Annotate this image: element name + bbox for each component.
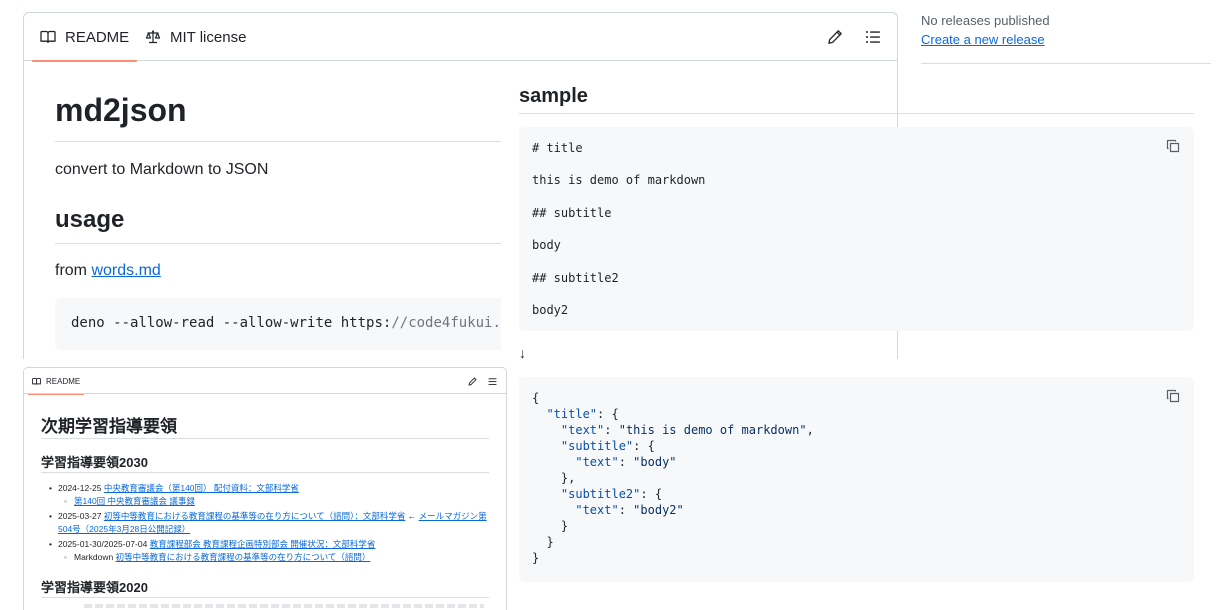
sidebar-divider [921, 63, 1211, 64]
sample-heading: sample [519, 85, 588, 107]
inset-heading-2020: 学習指導要領2020 [41, 580, 148, 595]
copy-icon[interactable] [1165, 388, 1181, 404]
inset-title: 次期学習指導要領 [41, 417, 177, 436]
markdown-code-block: # title this is demo of markdown ## subt… [519, 127, 1194, 331]
item-arrow: ← [405, 511, 419, 521]
inset-divider-2020 [41, 597, 489, 598]
usage-heading: usage [55, 206, 125, 233]
book-icon [32, 377, 41, 386]
words-md-link[interactable]: words.md [91, 262, 160, 279]
inset-cut-off-text [84, 604, 484, 608]
copy-icon[interactable] [1165, 138, 1181, 154]
sub-item: 第140回 中央教育審議会 議事録 [58, 495, 487, 508]
inset-tab-readme[interactable]: README [27, 368, 85, 395]
tab-license[interactable]: MIT license [145, 13, 246, 61]
tab-readme[interactable]: README [31, 13, 138, 62]
inset-heading-2030: 学習指導要領2030 [41, 455, 148, 470]
readme-description: convert to Markdown to JSON [55, 161, 269, 178]
inset-tab-label: README [46, 376, 81, 386]
sub-item-link[interactable]: 初等中等教育における教育課程の基準等の在り方について（諮問） [116, 552, 371, 562]
item-link[interactable]: 初等中等教育における教育課程の基準等の在り方について（諮問）：文部科学省 [104, 511, 406, 521]
sub-item: Markdown 初等中等教育における教育課程の基準等の在り方について（諮問） [58, 551, 487, 564]
list-icon[interactable] [487, 376, 497, 386]
law-icon [145, 29, 161, 45]
from-label: from [55, 262, 92, 279]
inset-title-divider [41, 438, 489, 439]
inset-tabbar: README [24, 368, 506, 395]
title-divider [55, 141, 501, 142]
readme-title: md2json [55, 92, 187, 128]
sample-divider [519, 113, 1194, 114]
list-item: 2025-01-30/2025-07-04 教育課程部会 教育課程企画特別部会 … [47, 538, 487, 564]
list-item: 2024-12-25 中央教育審議会（第140回） 配付資料：文部科学省 第14… [47, 482, 487, 508]
json-code-block: { "title": { "text": "this is demo of ma… [519, 377, 1194, 582]
cmd-space [214, 315, 222, 331]
item-link[interactable]: 教育課程部会 教育課程企画特別部会 開催状況：文部科学省 [150, 539, 376, 549]
inset-readme-screenshot: README 次期学習指導要領 学習指導要領2030 2024-12-25 中央… [23, 367, 507, 610]
pencil-icon[interactable] [467, 376, 477, 386]
item-date: 2025-03-27 [58, 511, 104, 521]
item-date: 2024-12-25 [58, 483, 104, 493]
markdown-code: # title this is demo of markdown ## subt… [532, 141, 706, 318]
cmd-scheme: https: [332, 315, 392, 331]
cmd-arg-write: --allow-write [222, 315, 333, 331]
sub-item-prefix: Markdown [74, 552, 116, 562]
releases-section: No releases published Create a new relea… [921, 13, 1050, 47]
tab-license-label: MIT license [170, 28, 247, 46]
cmd-url: //code4fukui.gi [391, 315, 501, 331]
item-link[interactable]: 中央教育審議会（第140回） 配付資料：文部科学省 [104, 483, 299, 493]
conversion-arrow: ↓ [519, 345, 526, 361]
pencil-icon[interactable] [825, 27, 845, 47]
item-date: 2025-01-30/2025-07-04 [58, 539, 150, 549]
sub-item-link[interactable]: 第140回 中央教育審議会 議事録 [74, 496, 195, 506]
cmd-prog: deno [71, 315, 114, 331]
create-release-link[interactable]: Create a new release [921, 32, 1050, 47]
inset-list: 2024-12-25 中央教育審議会（第140回） 配付資料：文部科学省 第14… [47, 482, 487, 566]
list-item: 2025-03-27 初等中等教育における教育課程の基準等の在り方について（諮問… [47, 510, 487, 536]
inset-divider-2030 [41, 472, 489, 473]
json-code: { "title": { "text": "this is demo of ma… [532, 391, 814, 565]
usage-divider [55, 243, 501, 244]
releases-status: No releases published [921, 13, 1050, 28]
cmd-arg-read: --allow-read [113, 315, 215, 331]
list-icon[interactable] [863, 27, 883, 47]
readme-tabbar: README MIT license [24, 13, 897, 62]
tab-readme-label: README [65, 28, 130, 46]
book-icon [40, 29, 56, 45]
from-line: from words.md [55, 262, 161, 280]
command-code-block: deno --allow-read --allow-write https://… [55, 298, 501, 350]
